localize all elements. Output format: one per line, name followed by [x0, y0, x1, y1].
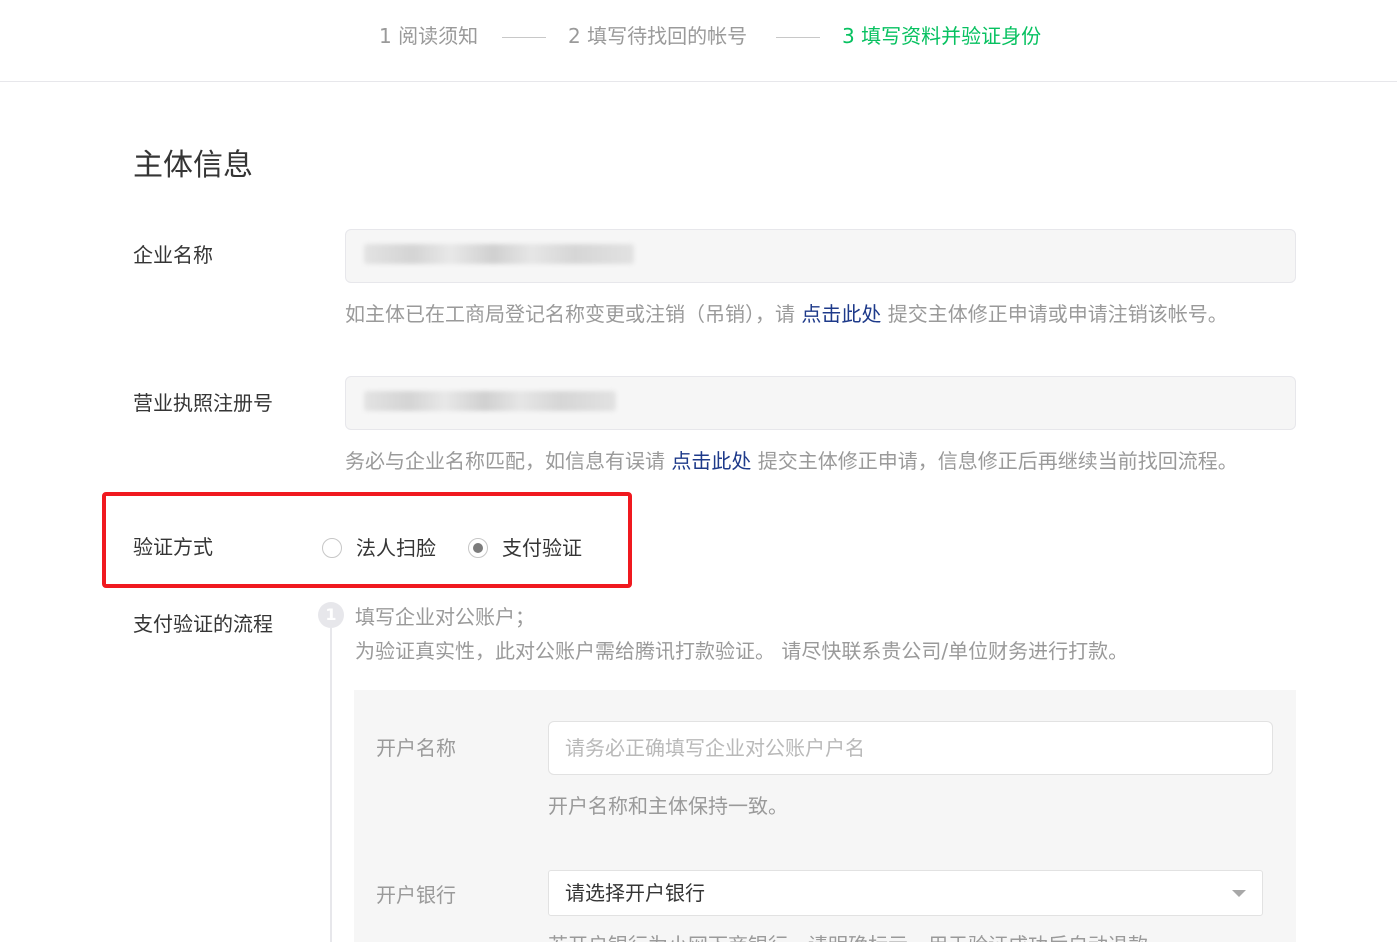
bank-label: 开户银行 [376, 883, 456, 907]
radio-payment-verify[interactable]: 支付验证 [468, 534, 582, 562]
chevron-down-icon [1232, 890, 1246, 897]
account-name-input[interactable] [548, 721, 1273, 775]
step-3-verify-identity: 3 填写资料并验证身份 [842, 24, 1042, 48]
bank-hint: 若开户银行为小网下商银行，请明确标示。用于验证成功后自动退款 [548, 931, 1148, 942]
account-name-hint: 开户名称和主体保持一致。 [548, 794, 788, 818]
company-name-hint-text-after: 提交主体修正申请或申请注销该帐号。 [881, 302, 1228, 326]
company-name-field [345, 229, 1296, 283]
step-2-fill-account: 2 填写待找回的帐号 [568, 24, 748, 48]
license-number-label: 营业执照注册号 [133, 391, 273, 415]
section-title: 主体信息 [133, 148, 253, 183]
account-name-label: 开户名称 [376, 736, 456, 760]
flow-step-description: 为验证真实性，此对公账户需给腾讯打款验证。 请尽快联系贵公司/单位财务进行打款。 [355, 639, 1129, 663]
redacted-value [364, 244, 634, 264]
license-correction-link[interactable]: 点击此处 [671, 449, 751, 473]
license-number-hint-text: 务必与企业名称匹配，如信息有误请 [345, 449, 672, 473]
step-1-read-notice: 1 阅读须知 [379, 24, 479, 48]
step-divider [502, 37, 546, 38]
flow-step-title: 填写企业对公账户； [355, 605, 535, 629]
timeline-line [330, 628, 332, 942]
radio-face-scan-label: 法人扫脸 [356, 536, 436, 560]
step-indicator: 1 阅读须知 2 填写待找回的帐号 3 填写资料并验证身份 [0, 0, 1397, 82]
license-number-field [345, 376, 1296, 430]
verify-method-label: 验证方式 [133, 535, 213, 559]
company-name-label: 企业名称 [133, 243, 213, 267]
redacted-value [364, 391, 616, 411]
company-name-hint-text: 如主体已在工商局登记名称变更或注销（吊销），请 [345, 302, 802, 326]
radio-checked-icon [468, 538, 488, 558]
bank-select[interactable]: 请选择开户银行 [548, 870, 1263, 916]
license-number-hint-text-after: 提交主体修正申请，信息修正后再继续当前找回流程。 [751, 449, 1238, 473]
radio-payment-verify-label: 支付验证 [502, 536, 582, 560]
step-number-badge: 1 [318, 602, 344, 628]
radio-face-scan[interactable]: 法人扫脸 [322, 534, 436, 562]
company-name-hint: 如主体已在工商局登记名称变更或注销（吊销），请 点击此处 提交主体修正申请或申请… [345, 300, 1228, 328]
step-divider [776, 37, 820, 38]
company-name-correction-link[interactable]: 点击此处 [801, 302, 881, 326]
bank-select-value: 请选择开户银行 [565, 881, 705, 905]
account-form-panel: 开户名称 开户名称和主体保持一致。 开户银行 请选择开户银行 若开户银行为小网下… [354, 690, 1296, 942]
license-number-hint: 务必与企业名称匹配，如信息有误请 点击此处 提交主体修正申请，信息修正后再继续当… [345, 447, 1238, 475]
payment-flow-label: 支付验证的流程 [133, 612, 273, 636]
radio-unchecked-icon [322, 538, 342, 558]
